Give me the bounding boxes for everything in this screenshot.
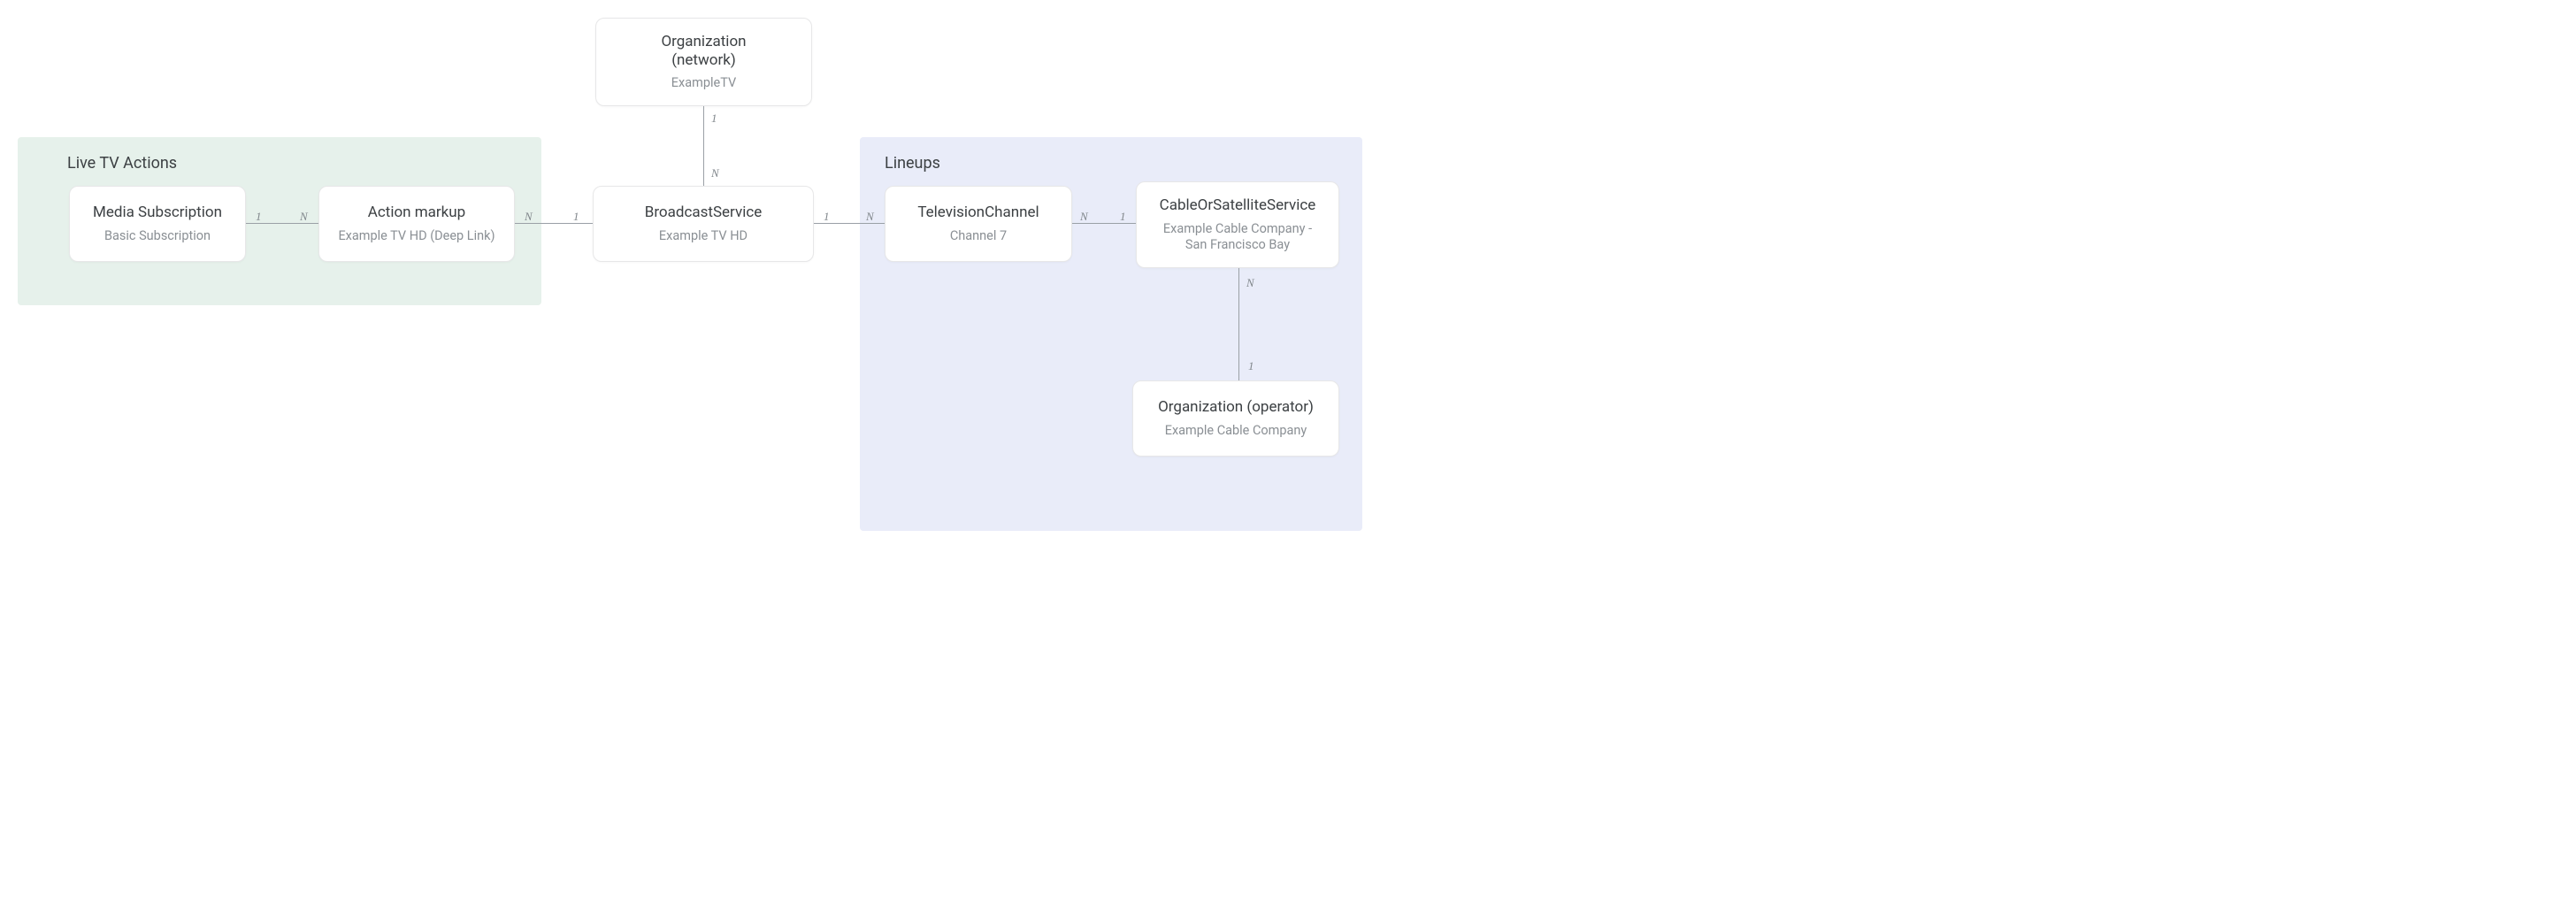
cardinality-n: N — [866, 210, 874, 224]
cardinality-1: 1 — [711, 111, 717, 126]
node-title: Action markup — [368, 203, 465, 222]
node-title: CableOrSatelliteService — [1160, 196, 1316, 215]
edge-cable-to-orgop — [1238, 268, 1239, 380]
node-action-markup: Action markup Example TV HD (Deep Link) — [318, 186, 515, 262]
node-title: TelevisionChannel — [917, 203, 1039, 222]
edge-orgnet-to-broadcast — [703, 106, 704, 186]
region-title-lineups: Lineups — [885, 154, 940, 173]
node-title: Organization (network) — [661, 33, 746, 71]
node-subtitle: ExampleTV — [671, 75, 736, 91]
cardinality-1: 1 — [256, 210, 262, 224]
cardinality-1: 1 — [573, 210, 579, 224]
cardinality-1: 1 — [824, 210, 830, 224]
node-subtitle: Example Cable Company — [1165, 423, 1307, 439]
node-subtitle: Example TV HD — [659, 228, 748, 244]
node-title: Organization (operator) — [1158, 398, 1314, 417]
cardinality-n: N — [711, 166, 719, 180]
cardinality-1: 1 — [1120, 210, 1126, 224]
diagram-canvas: Live TV Actions Lineups Organization (ne… — [0, 0, 1380, 540]
node-subtitle: Basic Subscription — [104, 228, 211, 244]
node-broadcast-service: BroadcastService Example TV HD — [593, 186, 814, 262]
node-television-channel: TelevisionChannel Channel 7 — [885, 186, 1072, 262]
node-subtitle: Example Cable Company - San Francisco Ba… — [1151, 221, 1324, 253]
node-title: BroadcastService — [645, 203, 763, 222]
node-organization-network: Organization (network) ExampleTV — [595, 18, 812, 106]
node-organization-operator: Organization (operator) Example Cable Co… — [1132, 380, 1339, 457]
cardinality-1: 1 — [1248, 359, 1254, 373]
node-title: Media Subscription — [93, 203, 222, 222]
cardinality-n: N — [525, 210, 533, 224]
node-subtitle: Channel 7 — [950, 228, 1007, 244]
node-cable-or-satellite-service: CableOrSatelliteService Example Cable Co… — [1136, 181, 1339, 268]
node-subtitle: Example TV HD (Deep Link) — [338, 228, 494, 244]
cardinality-n: N — [1246, 276, 1254, 290]
node-media-subscription: Media Subscription Basic Subscription — [69, 186, 246, 262]
region-title-live: Live TV Actions — [67, 154, 177, 173]
cardinality-n: N — [1080, 210, 1088, 224]
cardinality-n: N — [300, 210, 308, 224]
